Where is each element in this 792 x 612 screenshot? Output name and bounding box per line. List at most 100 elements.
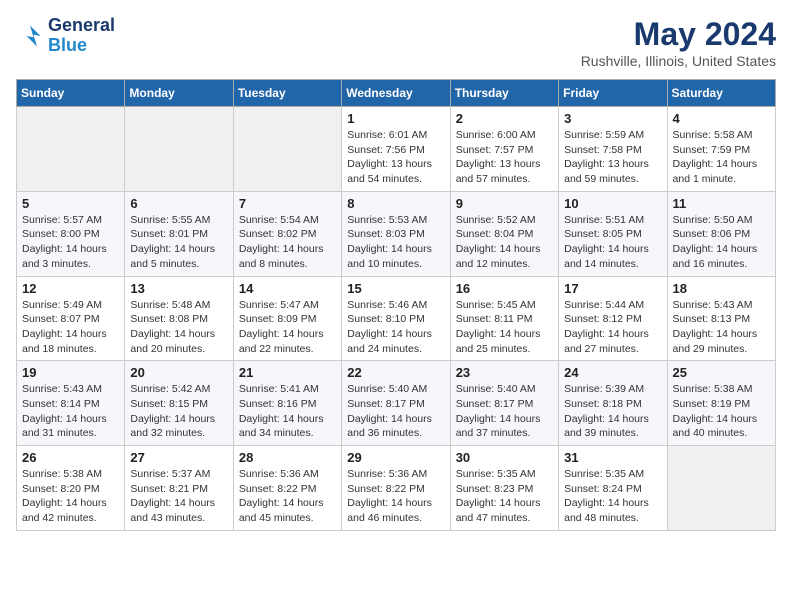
day-info: Sunrise: 5:52 AMSunset: 8:04 PMDaylight:… (456, 213, 553, 272)
day-number: 3 (564, 111, 661, 126)
column-header-monday: Monday (125, 80, 233, 107)
day-number: 24 (564, 365, 661, 380)
day-info: Sunrise: 5:49 AMSunset: 8:07 PMDaylight:… (22, 298, 119, 357)
day-info: Sunrise: 5:55 AMSunset: 8:01 PMDaylight:… (130, 213, 227, 272)
day-info: Sunrise: 5:36 AMSunset: 8:22 PMDaylight:… (239, 467, 336, 526)
calendar-cell: 3 Sunrise: 5:59 AMSunset: 7:58 PMDaylight… (559, 107, 667, 192)
day-info: Sunrise: 5:47 AMSunset: 8:09 PMDaylight:… (239, 298, 336, 357)
day-number: 31 (564, 450, 661, 465)
day-info: Sunrise: 5:38 AMSunset: 8:20 PMDaylight:… (22, 467, 119, 526)
day-number: 10 (564, 196, 661, 211)
day-number: 12 (22, 281, 119, 296)
calendar-cell: 2Sunrise: 6:00 AMSunset: 7:57 PMDaylight… (450, 107, 558, 192)
calendar-cell: 13 Sunrise: 5:48 AMSunset: 8:08 PMDayligh… (125, 276, 233, 361)
day-info: Sunrise: 5:43 AMSunset: 8:14 PMDaylight:… (22, 382, 119, 441)
day-info: Sunrise: 5:44 AMSunset: 8:12 PMDaylight:… (564, 298, 661, 357)
calendar-cell: 11 Sunrise: 5:50 AMSunset: 8:06 PMDayligh… (667, 191, 775, 276)
calendar-cell (17, 107, 125, 192)
calendar-week-1: 1 Sunrise: 6:01 AMSunset: 7:56 PMDaylight… (17, 107, 776, 192)
month-title: May 2024 (581, 16, 776, 53)
column-header-friday: Friday (559, 80, 667, 107)
calendar-header-row: SundayMondayTuesdayWednesdayThursdayFrid… (17, 80, 776, 107)
calendar-cell: 10 Sunrise: 5:51 AMSunset: 8:05 PMDayligh… (559, 191, 667, 276)
day-number: 4 (673, 111, 770, 126)
logo-blue: Blue (48, 36, 115, 56)
column-header-saturday: Saturday (667, 80, 775, 107)
calendar-cell: 23Sunrise: 5:40 AMSunset: 8:17 PMDayligh… (450, 361, 558, 446)
day-number: 21 (239, 365, 336, 380)
day-number: 29 (347, 450, 444, 465)
calendar-week-5: 26Sunrise: 5:38 AMSunset: 8:20 PMDayligh… (17, 446, 776, 531)
calendar-cell: 12 Sunrise: 5:49 AMSunset: 8:07 PMDayligh… (17, 276, 125, 361)
column-header-tuesday: Tuesday (233, 80, 341, 107)
calendar-cell: 31 Sunrise: 5:35 AMSunset: 8:24 PMDayligh… (559, 446, 667, 531)
day-number: 22 (347, 365, 444, 380)
day-info: Sunrise: 5:53 AMSunset: 8:03 PMDaylight:… (347, 213, 444, 272)
day-info: Sunrise: 5:58 AMSunset: 7:59 PMDaylight:… (673, 128, 770, 187)
calendar-cell: 15Sunrise: 5:46 AMSunset: 8:10 PMDayligh… (342, 276, 450, 361)
calendar-cell: 1 Sunrise: 6:01 AMSunset: 7:56 PMDaylight… (342, 107, 450, 192)
day-number: 30 (456, 450, 553, 465)
calendar-cell: 21 Sunrise: 5:41 AMSunset: 8:16 PMDayligh… (233, 361, 341, 446)
day-number: 16 (456, 281, 553, 296)
day-number: 20 (130, 365, 227, 380)
day-info: Sunrise: 5:36 AMSunset: 8:22 PMDaylight:… (347, 467, 444, 526)
day-info: Sunrise: 5:35 AMSunset: 8:23 PMDaylight:… (456, 467, 553, 526)
logo-icon (16, 22, 44, 50)
location-title: Rushville, Illinois, United States (581, 53, 776, 69)
calendar-cell: 17 Sunrise: 5:44 AMSunset: 8:12 PMDayligh… (559, 276, 667, 361)
day-number: 19 (22, 365, 119, 380)
day-info: Sunrise: 5:59 AMSunset: 7:58 PMDaylight:… (564, 128, 661, 187)
column-header-wednesday: Wednesday (342, 80, 450, 107)
day-number: 2 (456, 111, 553, 126)
day-info: Sunrise: 5:46 AMSunset: 8:10 PMDaylight:… (347, 298, 444, 357)
calendar-week-3: 12 Sunrise: 5:49 AMSunset: 8:07 PMDayligh… (17, 276, 776, 361)
day-info: Sunrise: 5:40 AMSunset: 8:17 PMDaylight:… (347, 382, 444, 441)
day-number: 8 (347, 196, 444, 211)
day-number: 1 (347, 111, 444, 126)
calendar-cell: 24Sunrise: 5:39 AMSunset: 8:18 PMDayligh… (559, 361, 667, 446)
day-info: Sunrise: 5:57 AMSunset: 8:00 PMDaylight:… (22, 213, 119, 272)
day-info: Sunrise: 6:01 AMSunset: 7:56 PMDaylight:… (347, 128, 444, 187)
calendar-cell: 22 Sunrise: 5:40 AMSunset: 8:17 PMDayligh… (342, 361, 450, 446)
calendar-cell (125, 107, 233, 192)
calendar-cell: 19 Sunrise: 5:43 AMSunset: 8:14 PMDayligh… (17, 361, 125, 446)
calendar-cell: 25Sunrise: 5:38 AMSunset: 8:19 PMDayligh… (667, 361, 775, 446)
column-header-sunday: Sunday (17, 80, 125, 107)
calendar-cell: 18 Sunrise: 5:43 AMSunset: 8:13 PMDayligh… (667, 276, 775, 361)
calendar-cell: 29 Sunrise: 5:36 AMSunset: 8:22 PMDayligh… (342, 446, 450, 531)
calendar-cell: 9 Sunrise: 5:52 AMSunset: 8:04 PMDaylight… (450, 191, 558, 276)
day-number: 7 (239, 196, 336, 211)
day-info: Sunrise: 5:43 AMSunset: 8:13 PMDaylight:… (673, 298, 770, 357)
page-header: General Blue May 2024 Rushville, Illinoi… (16, 16, 776, 69)
column-header-thursday: Thursday (450, 80, 558, 107)
calendar-cell: 8 Sunrise: 5:53 AMSunset: 8:03 PMDaylight… (342, 191, 450, 276)
day-number: 13 (130, 281, 227, 296)
day-number: 14 (239, 281, 336, 296)
day-info: Sunrise: 5:37 AMSunset: 8:21 PMDaylight:… (130, 467, 227, 526)
day-info: Sunrise: 5:42 AMSunset: 8:15 PMDaylight:… (130, 382, 227, 441)
day-number: 11 (673, 196, 770, 211)
day-number: 6 (130, 196, 227, 211)
day-number: 28 (239, 450, 336, 465)
calendar-cell: 5Sunrise: 5:57 AMSunset: 8:00 PMDaylight… (17, 191, 125, 276)
day-number: 27 (130, 450, 227, 465)
calendar-week-2: 5Sunrise: 5:57 AMSunset: 8:00 PMDaylight… (17, 191, 776, 276)
day-number: 17 (564, 281, 661, 296)
logo-general: General (48, 16, 115, 36)
day-number: 9 (456, 196, 553, 211)
day-info: Sunrise: 5:48 AMSunset: 8:08 PMDaylight:… (130, 298, 227, 357)
calendar-cell: 26Sunrise: 5:38 AMSunset: 8:20 PMDayligh… (17, 446, 125, 531)
day-number: 18 (673, 281, 770, 296)
day-info: Sunrise: 5:50 AMSunset: 8:06 PMDaylight:… (673, 213, 770, 272)
calendar-cell: 28 Sunrise: 5:36 AMSunset: 8:22 PMDayligh… (233, 446, 341, 531)
day-info: Sunrise: 5:51 AMSunset: 8:05 PMDaylight:… (564, 213, 661, 272)
day-info: Sunrise: 5:41 AMSunset: 8:16 PMDaylight:… (239, 382, 336, 441)
calendar-table: SundayMondayTuesdayWednesdayThursdayFrid… (16, 79, 776, 531)
calendar-cell: 30 Sunrise: 5:35 AMSunset: 8:23 PMDayligh… (450, 446, 558, 531)
calendar-cell: 14 Sunrise: 5:47 AMSunset: 8:09 PMDayligh… (233, 276, 341, 361)
title-block: May 2024 Rushville, Illinois, United Sta… (581, 16, 776, 69)
logo: General Blue (16, 16, 115, 56)
logo-text: General Blue (48, 16, 115, 56)
day-info: Sunrise: 5:35 AMSunset: 8:24 PMDaylight:… (564, 467, 661, 526)
